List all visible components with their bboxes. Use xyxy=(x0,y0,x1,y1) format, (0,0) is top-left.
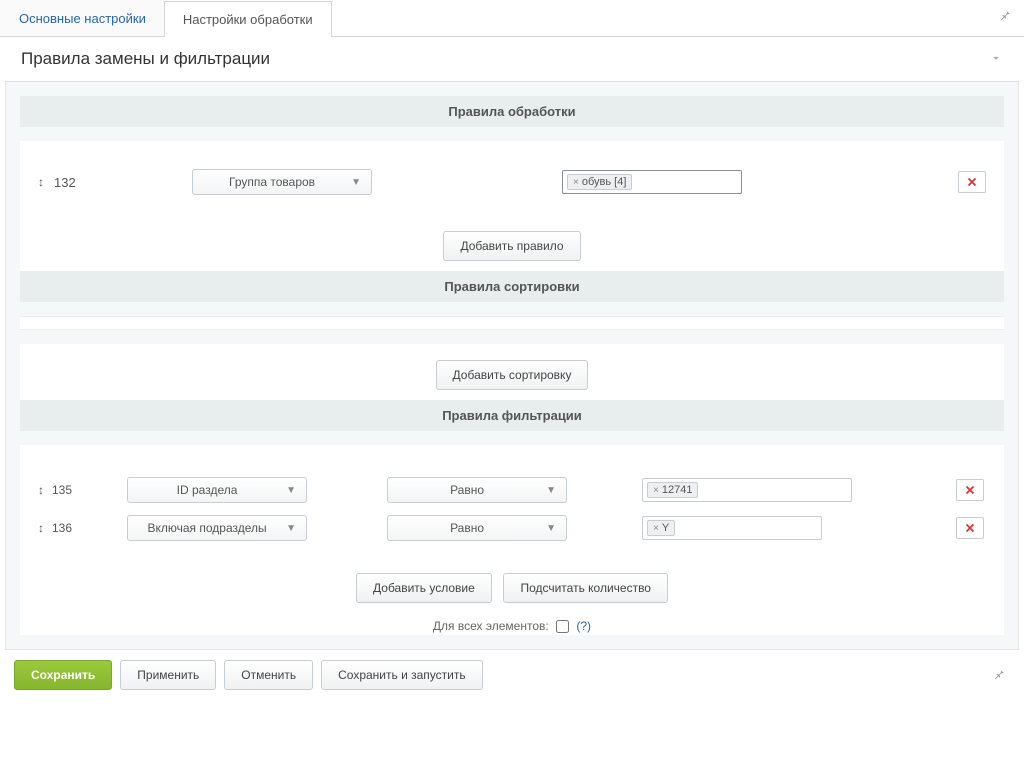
count-button[interactable]: Подсчитать количество xyxy=(503,573,668,603)
chevron-down-icon: ▼ xyxy=(546,523,556,534)
rule-value-input[interactable]: × обувь [4] xyxy=(562,170,742,194)
tag: × Y xyxy=(647,520,675,536)
save-button[interactable]: Сохранить xyxy=(14,660,112,690)
for-all-label: Для всех элементов: xyxy=(433,619,549,633)
apply-button[interactable]: Применить xyxy=(120,660,216,690)
pin-icon[interactable] xyxy=(986,0,1024,36)
filter-value-input[interactable]: × 12741 xyxy=(642,478,852,502)
rule-row: ↕ 132 Группа товаров ▼ × обувь xyxy=(32,169,992,195)
delete-filter-button[interactable] xyxy=(956,479,984,501)
section-filtering-header: Правила фильтрации xyxy=(20,400,1004,431)
panel-header: Правила замены и фильтрации xyxy=(5,37,1019,82)
drag-handle-icon[interactable]: ↕ xyxy=(32,483,50,497)
section-sorting-header: Правила сортировки xyxy=(20,271,1004,302)
panel-title: Правила замены и фильтрации xyxy=(21,49,270,69)
chevron-down-icon: ▼ xyxy=(286,485,296,496)
add-rule-row: Добавить правило xyxy=(20,215,1004,271)
add-sort-row: Добавить сортировку xyxy=(20,344,1004,400)
tag-label: Y xyxy=(662,522,669,534)
chevron-down-icon: ▼ xyxy=(351,177,361,188)
rule-id: 132 xyxy=(50,175,92,190)
for-all-elements-row: Для всех элементов: (?) xyxy=(20,613,1004,635)
cancel-button[interactable]: Отменить xyxy=(224,660,313,690)
filter-buttons-row: Добавить условие Подсчитать количество xyxy=(20,555,1004,613)
help-link[interactable]: (?) xyxy=(576,619,591,633)
chevron-down-icon: ▼ xyxy=(286,523,296,534)
filter-id: 135 xyxy=(52,483,92,497)
action-bar: Сохранить Применить Отменить Сохранить и… xyxy=(0,650,1024,696)
filtering-rules: ↕ 135 ID раздела ▼ Равно ▼ xyxy=(20,445,1004,555)
filter-op-select[interactable]: Равно ▼ xyxy=(387,477,567,503)
for-all-checkbox[interactable] xyxy=(556,620,569,633)
processing-rules: ↕ 132 Группа товаров ▼ × обувь xyxy=(20,141,1004,215)
filter-op-select[interactable]: Равно ▼ xyxy=(387,515,567,541)
delete-rule-button[interactable] xyxy=(958,171,986,193)
filter-id: 136 xyxy=(52,521,92,535)
pin-icon[interactable] xyxy=(992,667,1024,684)
tabs-bar: Основные настройки Настройки обработки xyxy=(0,0,1024,37)
tag-label: 12741 xyxy=(662,484,693,496)
tag-remove-icon[interactable]: × xyxy=(573,177,579,188)
tag-remove-icon[interactable]: × xyxy=(653,485,659,496)
filter-field-select[interactable]: ID раздела ▼ xyxy=(127,477,307,503)
collapse-icon[interactable] xyxy=(989,51,1003,68)
drag-handle-icon[interactable]: ↕ xyxy=(32,175,50,189)
chevron-down-icon: ▼ xyxy=(546,485,556,496)
tab-basic[interactable]: Основные настройки xyxy=(0,0,164,36)
drag-handle-icon[interactable]: ↕ xyxy=(32,521,50,535)
filter-field-select[interactable]: Включая подразделы ▼ xyxy=(127,515,307,541)
add-condition-button[interactable]: Добавить условие xyxy=(356,573,492,603)
filter-value-input[interactable]: × Y xyxy=(642,516,822,540)
tag: × 12741 xyxy=(647,482,698,498)
add-sort-button[interactable]: Добавить сортировку xyxy=(436,360,589,390)
tag-label: обувь [4] xyxy=(582,176,627,188)
tag: × обувь [4] xyxy=(567,174,632,190)
tag-remove-icon[interactable]: × xyxy=(653,523,659,534)
filter-row: ↕ 135 ID раздела ▼ Равно ▼ xyxy=(32,471,992,509)
save-run-button[interactable]: Сохранить и запустить xyxy=(321,660,483,690)
delete-filter-button[interactable] xyxy=(956,517,984,539)
rule-field-select[interactable]: Группа товаров ▼ xyxy=(192,169,372,195)
filter-row: ↕ 136 Включая подразделы ▼ Равно ▼ xyxy=(32,509,992,547)
tab-processing[interactable]: Настройки обработки xyxy=(164,1,332,37)
add-rule-button[interactable]: Добавить правило xyxy=(443,231,580,261)
section-processing-header: Правила обработки xyxy=(20,96,1004,127)
